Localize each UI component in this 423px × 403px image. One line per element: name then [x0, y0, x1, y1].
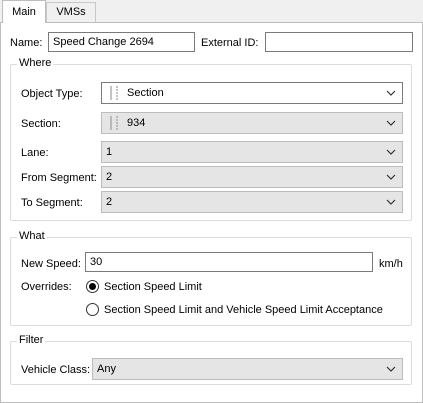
from-segment-label: From Segment: — [21, 172, 97, 184]
what-group-title: What — [17, 230, 47, 242]
new-speed-field[interactable]: 30 — [85, 252, 373, 272]
section-and-vehicle-speed-limit-radio[interactable] — [86, 303, 99, 316]
external-id-field[interactable] — [265, 32, 413, 52]
to-segment-value: 2 — [106, 196, 113, 208]
to-segment-label: To Segment: — [21, 197, 83, 209]
vehicle-class-select[interactable]: Any — [92, 358, 403, 380]
lane-label: Lane: — [21, 147, 49, 159]
chevron-down-icon — [386, 83, 396, 103]
object-type-label: Object Type: — [21, 88, 83, 100]
tab-bar: Main VMSs — [0, 0, 423, 23]
section-select[interactable]: 934 — [101, 112, 403, 134]
main-panel: Name: Speed Change 2694 External ID: Whe… — [0, 22, 423, 403]
new-speed-label: New Speed: — [21, 258, 81, 270]
name-field[interactable]: Speed Change 2694 — [48, 32, 195, 52]
name-label: Name: — [10, 37, 43, 49]
to-segment-select[interactable]: 2 — [101, 191, 403, 213]
object-type-value: Section — [127, 87, 164, 99]
drag-handle-icon — [110, 116, 118, 130]
from-segment-value: 2 — [106, 171, 113, 183]
external-id-label: External ID: — [201, 37, 259, 49]
speed-unit-label: km/h — [379, 258, 403, 270]
section-speed-limit-radio[interactable] — [86, 280, 99, 293]
chevron-down-icon — [386, 359, 396, 379]
chevron-down-icon — [386, 192, 396, 212]
overrides-label: Overrides: — [21, 281, 72, 293]
section-value: 934 — [127, 117, 146, 129]
chevron-down-icon — [386, 142, 396, 162]
chevron-down-icon — [386, 113, 396, 133]
chevron-down-icon — [386, 167, 396, 187]
section-and-vehicle-speed-limit-option-label[interactable]: Section Speed Limit and Vehicle Speed Li… — [104, 304, 383, 316]
tab-vmss[interactable]: VMSs — [46, 2, 96, 22]
object-type-select[interactable]: Section — [101, 82, 403, 104]
lane-select[interactable]: 1 — [101, 141, 403, 163]
section-speed-limit-option-label[interactable]: Section Speed Limit — [104, 281, 202, 293]
vehicle-class-value: Any — [97, 363, 116, 375]
vehicle-class-label: Vehicle Class: — [21, 364, 91, 376]
drag-handle-icon — [110, 86, 118, 100]
filter-group-title: Filter — [17, 334, 46, 346]
section-label: Section: — [21, 118, 61, 130]
radio-selected-dot — [89, 283, 96, 290]
where-group-title: Where — [17, 57, 54, 69]
tab-main[interactable]: Main — [2, 0, 46, 23]
from-segment-select[interactable]: 2 — [101, 166, 403, 188]
lane-value: 1 — [106, 146, 113, 158]
